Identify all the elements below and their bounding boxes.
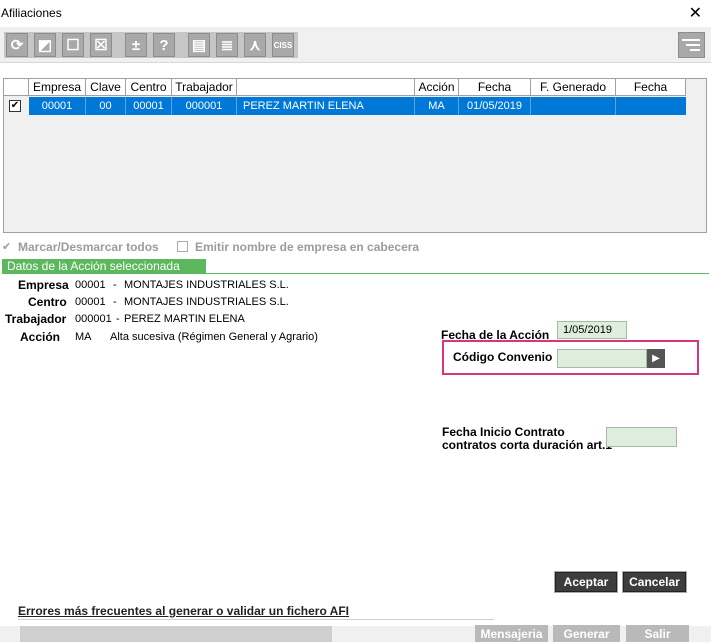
list-icon[interactable]: ≣ (216, 33, 238, 57)
cell-f-generado (531, 97, 616, 115)
centro-code: 00001 (75, 296, 106, 308)
actions-grid[interactable]: Empresa Clave Centro Trabajador Acción F… (3, 78, 707, 233)
centro-label: Centro (28, 295, 67, 309)
print-icon[interactable]: ▤ (188, 33, 210, 57)
trabajador-code: 000001 (75, 313, 112, 325)
grid-header-clave[interactable]: Clave (86, 79, 126, 96)
ciss-icon[interactable]: CISS (272, 33, 294, 57)
refresh-icon[interactable]: ⟳ (6, 33, 28, 57)
fecha-inicio-label-2: contratos corta duración art.1 (442, 438, 613, 452)
window-title: Afiliaciones (1, 6, 62, 20)
grid-header-empresa[interactable]: Empresa (29, 79, 86, 96)
salir-button[interactable]: Salir (626, 625, 689, 642)
trabajador-label: Trabajador (5, 312, 67, 326)
cell-fecha: 01/05/2019 (459, 97, 531, 115)
grid-header-fecha-2[interactable]: Fecha (616, 79, 686, 96)
centro-name: MONTAJES INDUSTRIALES S.L. (124, 296, 289, 308)
grid-header-fecha[interactable]: Fecha (459, 79, 531, 96)
empresa-code: 00001 (75, 279, 106, 291)
pdf-icon[interactable]: ⋏ (244, 33, 266, 57)
accion-desc: Alta sucesiva (Régimen General y Agrario… (110, 331, 318, 343)
row-checkbox[interactable]: ✔ (9, 100, 21, 112)
table-row[interactable]: 00001 00 00001 000001 PEREZ MARTIN ELENA… (29, 97, 686, 115)
tab-details[interactable]: Datos de la Acción seleccionada (2, 259, 206, 274)
trabajador-sep: - (116, 313, 120, 325)
grid-header-f-generado[interactable]: F. Generado (531, 79, 616, 96)
cell-empresa: 00001 (29, 97, 86, 115)
fecha-inicio-field[interactable] (606, 427, 677, 447)
empresa-sep: - (113, 279, 117, 291)
title-bar: Afiliaciones ✕ (0, 0, 711, 27)
cell-trabajador: 000001 (172, 97, 237, 115)
trabajador-name: PEREZ MARTIN ELENA (124, 313, 245, 325)
status-field (20, 626, 332, 642)
delete-icon[interactable]: ☒ (90, 33, 112, 57)
link-divider (18, 619, 494, 620)
toolbar: ⟳ ◩ ☐ ☒ ± ? ▤ ≣ ⋏ CISS (0, 27, 711, 63)
help-icon[interactable]: ? (153, 33, 175, 57)
grid-header-trabajador[interactable]: Trabajador (172, 79, 237, 96)
generar-button[interactable]: Generar (553, 625, 620, 642)
select-all-label[interactable]: Marcar/Desmarcar todos (18, 240, 159, 254)
new-icon[interactable]: ☐ (62, 33, 84, 57)
codigo-convenio-field[interactable] (557, 349, 647, 368)
dropdown-arrow-icon[interactable]: ▶ (647, 349, 665, 368)
accion-label: Acción (20, 330, 61, 344)
empresa-label: Empresa (18, 278, 69, 292)
grid-header-nombre[interactable] (237, 79, 415, 96)
emit-company-checkbox[interactable] (177, 241, 188, 252)
errors-help-link[interactable]: Errores más frecuentes al generar o vali… (18, 604, 349, 618)
accion-code: MA (75, 331, 92, 343)
accept-button[interactable]: Aceptar (554, 571, 618, 593)
grid-header-centro[interactable]: Centro (126, 79, 172, 96)
emit-company-label[interactable]: Emitir nombre de empresa en cabecera (195, 240, 419, 254)
cell-clave: 00 (86, 97, 126, 115)
grid-header-accion[interactable]: Acción (415, 79, 459, 96)
cell-fecha-2 (616, 97, 686, 115)
cancel-button[interactable]: Cancelar (622, 571, 687, 593)
menu-icon[interactable] (678, 32, 705, 58)
cell-nombre: PEREZ MARTIN ELENA (237, 97, 415, 115)
mensajeria-button[interactable]: Mensajeria (475, 625, 548, 642)
empresa-name: MONTAJES INDUSTRIALES S.L. (124, 279, 289, 291)
grid-header-check (4, 79, 29, 96)
codigo-convenio-label: Código Convenio (453, 350, 553, 364)
fecha-accion-field[interactable]: 1/05/2019 (557, 321, 627, 339)
fecha-inicio-label-1: Fecha Inicio Contrato (442, 425, 565, 439)
cell-accion: MA (415, 97, 459, 115)
centro-sep: - (113, 296, 117, 308)
cell-centro: 00001 (126, 97, 172, 115)
plus-minus-icon[interactable]: ± (125, 33, 147, 57)
select-all-check-icon[interactable]: ✔ (2, 240, 11, 253)
close-icon[interactable]: ✕ (689, 3, 702, 23)
edit-icon[interactable]: ◩ (34, 33, 56, 57)
